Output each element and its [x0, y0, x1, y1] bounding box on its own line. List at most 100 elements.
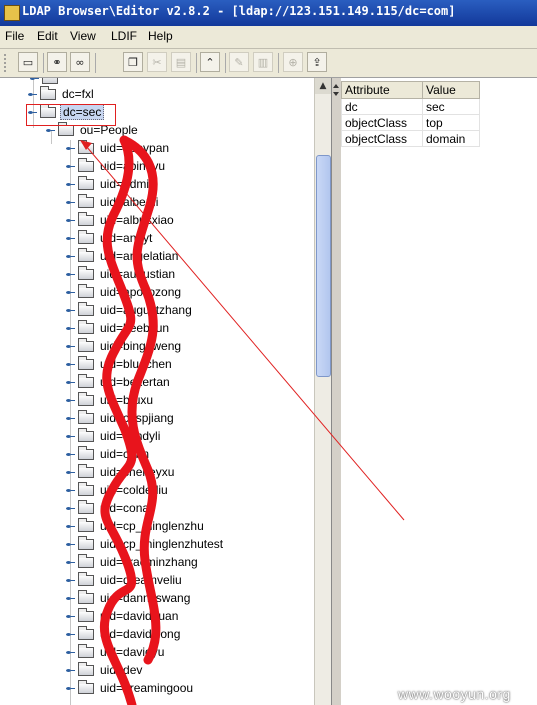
- pane-splitter[interactable]: [332, 78, 340, 705]
- expand-handle-icon[interactable]: [66, 504, 75, 513]
- expand-handle-icon[interactable]: [66, 396, 75, 405]
- tree-node-label[interactable]: uid=bruxu: [98, 393, 155, 407]
- tree-node-label[interactable]: uid=albertli: [98, 195, 160, 209]
- expand-handle-icon[interactable]: [66, 342, 75, 351]
- tree-node-label[interactable]: uid=angelatian: [98, 249, 180, 263]
- expand-handle-icon[interactable]: [28, 90, 37, 99]
- tree-node-label[interactable]: uid=bingoweng: [98, 339, 183, 353]
- tree-node-label[interactable]: uid=davidyu: [98, 645, 166, 659]
- tree-node[interactable]: uid=conali: [66, 499, 156, 517]
- tree-node[interactable]: uid=dev: [66, 661, 144, 679]
- expand-handle-icon[interactable]: [66, 288, 75, 297]
- cut-icon[interactable]: ✂: [147, 52, 167, 72]
- collapse-down-icon[interactable]: [333, 92, 339, 96]
- tree-node-label[interactable]: uid=abbypan: [98, 141, 171, 155]
- tree-node-label[interactable]: uid=bluechen: [98, 357, 174, 371]
- expand-handle-icon[interactable]: [66, 162, 75, 171]
- expand-handle-icon[interactable]: [66, 522, 75, 531]
- connect-icon[interactable]: ⚭: [47, 52, 67, 72]
- tree-node-label[interactable]: uid=andyt: [98, 231, 154, 245]
- expand-handle-icon[interactable]: [66, 468, 75, 477]
- tree-node[interactable]: uid=angelatian: [66, 247, 180, 265]
- expand-handle-icon[interactable]: [66, 594, 75, 603]
- expand-handle-icon[interactable]: [66, 666, 75, 675]
- tree-node-label[interactable]: uid=caspjiang: [98, 411, 176, 425]
- tree-node-label[interactable]: uid=abinayu: [98, 159, 167, 173]
- expand-handle-icon[interactable]: [66, 414, 75, 423]
- tree-node-label[interactable]: uid=dreamingoou: [98, 681, 195, 695]
- tree-node[interactable]: uid=candyli: [66, 427, 162, 445]
- tree-node-label[interactable]: uid=albusxiao: [98, 213, 176, 227]
- tree-node-label[interactable]: uid=augustian: [98, 267, 177, 281]
- expand-handle-icon[interactable]: [66, 198, 75, 207]
- up-icon[interactable]: ⌃: [200, 52, 220, 72]
- column-header-attribute[interactable]: Attribute: [341, 81, 423, 99]
- expand-handle-icon[interactable]: [66, 144, 75, 153]
- tree-node-label[interactable]: uid=cp_minglenzhu: [98, 519, 206, 533]
- tree-node[interactable]: uid=cp_minglenzhutest: [66, 535, 225, 553]
- column-header-value[interactable]: Value: [422, 81, 480, 99]
- delete-icon[interactable]: ▥: [253, 52, 273, 72]
- tree-node[interactable]: uid=cheneyxu: [66, 463, 176, 481]
- tree-node-label[interactable]: uid=dannyswang: [98, 591, 192, 605]
- tree-node-label[interactable]: uid=augustzhang: [98, 303, 194, 317]
- tree-node[interactable]: uid=davidduan: [66, 607, 180, 625]
- expand-handle-icon[interactable]: [66, 378, 75, 387]
- toolbar-grip[interactable]: [3, 53, 7, 73]
- expand-handle-icon[interactable]: [66, 612, 75, 621]
- tree-node-label[interactable]: uid=dev: [98, 663, 144, 677]
- tree-node[interactable]: uid=davidyu: [66, 643, 166, 661]
- tree-node[interactable]: uid=dreamingoou: [66, 679, 195, 697]
- table-row[interactable]: objectClass top: [341, 114, 480, 131]
- expand-handle-icon[interactable]: [66, 180, 75, 189]
- tree-node-label[interactable]: uid=candyli: [98, 429, 162, 443]
- menu-help[interactable]: Help: [148, 29, 173, 43]
- tree-node-label[interactable]: uid=dreamveliu: [98, 573, 184, 587]
- tree-scrollbar[interactable]: ▲: [314, 78, 331, 705]
- tree-node-label[interactable]: uid=bexertan: [98, 375, 172, 389]
- expand-handle-icon[interactable]: [66, 630, 75, 639]
- expand-handle-icon[interactable]: [66, 234, 75, 243]
- tree-node[interactable]: uid=augustian: [66, 265, 177, 283]
- tree-node-label[interactable]: uid=conali: [98, 501, 156, 515]
- tree-node[interactable]: uid=andyt: [66, 229, 154, 247]
- tree-node[interactable]: uid=caspjiang: [66, 409, 176, 427]
- tree-node[interactable]: uid=abinayu: [66, 157, 167, 175]
- tree-node-label[interactable]: dc=fxl: [60, 87, 96, 101]
- tree-node-label[interactable]: uid=cerin: [98, 447, 151, 461]
- tree-node[interactable]: uid=albertli: [66, 193, 160, 211]
- expand-handle-icon[interactable]: [66, 252, 75, 261]
- tree-node[interactable]: dc=fxl: [28, 85, 96, 103]
- attribute-value[interactable]: sec: [422, 98, 480, 115]
- tree-node[interactable]: uid=augustzhang: [66, 301, 194, 319]
- tree-node[interactable]: uid=colderliu: [66, 481, 170, 499]
- tree-node[interactable]: uid=dreamveliu: [66, 571, 184, 589]
- tree-node-label[interactable]: uid=cp_minglenzhutest: [98, 537, 225, 551]
- tree-node-partial[interactable]: [30, 78, 62, 84]
- expand-handle-icon[interactable]: [66, 684, 75, 693]
- scrollbar-thumb[interactable]: [316, 155, 331, 377]
- expand-handle-icon[interactable]: [66, 216, 75, 225]
- attribute-value[interactable]: top: [422, 114, 480, 131]
- tree-node[interactable]: uid=bluechen: [66, 355, 174, 373]
- tree-node[interactable]: uid=bruxu: [66, 391, 155, 409]
- tree-node-label[interactable]: uid=cracminzhang: [98, 555, 200, 569]
- attribute-name[interactable]: objectClass: [341, 130, 423, 147]
- tree-node-label[interactable]: uid=cheneyxu: [98, 465, 176, 479]
- tree-node[interactable]: uid=cerin: [66, 445, 151, 463]
- attribute-name[interactable]: dc: [341, 98, 423, 115]
- tree-node-label[interactable]: uid=davidduan: [98, 609, 180, 623]
- attribute-name[interactable]: objectClass: [341, 114, 423, 131]
- menu-file[interactable]: File: [5, 29, 24, 43]
- export-icon[interactable]: ⇪: [307, 52, 327, 72]
- tree-node[interactable]: uid=cracminzhang: [66, 553, 200, 571]
- table-row[interactable]: dc sec: [341, 98, 480, 115]
- attribute-value[interactable]: domain: [422, 130, 480, 147]
- expand-handle-icon[interactable]: [46, 126, 55, 135]
- tree-node[interactable]: uid=abbypan: [66, 139, 171, 157]
- collapse-up-icon[interactable]: [333, 84, 339, 88]
- expand-handle-icon[interactable]: [66, 540, 75, 549]
- tree-node-label[interactable]: uid=admin: [98, 177, 158, 191]
- directory-tree[interactable]: dc=fxl dc=sec ou=People uid=abbypan uid=abin…: [0, 78, 332, 705]
- expand-handle-icon[interactable]: [66, 486, 75, 495]
